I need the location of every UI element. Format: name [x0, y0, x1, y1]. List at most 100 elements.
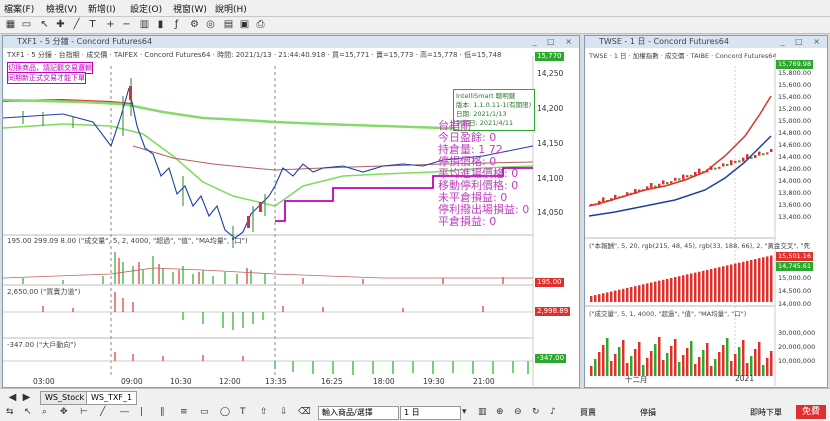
time-tick: 18:00	[373, 377, 395, 386]
crosshair-icon[interactable]: ✚	[54, 18, 67, 31]
chart-type-icon[interactable]: ▥	[478, 407, 487, 417]
trendline-icon[interactable]: ╱	[70, 18, 83, 31]
menu-settings[interactable]: 設定(O)	[130, 2, 162, 15]
volume-bar	[598, 352, 601, 376]
open-icon[interactable]: ▭	[20, 18, 33, 31]
window-controls[interactable]: _ □ ×	[533, 37, 576, 46]
chevron-down-icon[interactable]: ▾	[462, 407, 467, 417]
zoom-out-icon[interactable]: −	[120, 18, 133, 31]
menu-insert[interactable]: 新增(I)	[88, 2, 116, 15]
volume-bar	[630, 356, 633, 376]
bell-icon[interactable]: ♪	[550, 407, 556, 417]
price-tick: 14,050	[537, 208, 564, 217]
menu-window[interactable]: 視窗(W)	[173, 2, 207, 15]
time-tick: 12:00	[219, 377, 241, 386]
last-price-tag: 15,769.98	[776, 60, 814, 69]
ma-bar	[654, 281, 657, 302]
nav-first-icon[interactable]: ◀	[6, 391, 19, 404]
ma-bar	[686, 274, 689, 302]
ma-bar	[642, 284, 645, 302]
scanner-icon[interactable]: ◎	[204, 18, 217, 31]
chart-window-twse: TWSE - 1 日 - Concord Futures64 _ □ × TWS…	[584, 35, 828, 388]
zoom-in-icon[interactable]: ⊕	[496, 407, 504, 417]
status-bar: WS_Stock WS_TXF_1 ◀ ▶ ⇆ ↖ ⌕ ✥ ⊢ ╱ ― | ∥ …	[0, 388, 830, 421]
eraser-icon[interactable]: ⌫	[298, 407, 311, 417]
instant-order-button[interactable]: 即時下單	[750, 407, 782, 418]
arrow-icon[interactable]: ↖	[24, 407, 32, 417]
trade-button[interactable]: 買賣	[580, 407, 596, 418]
grid-icon[interactable]: ▤	[222, 18, 235, 31]
time-tick: 19:30	[423, 377, 445, 386]
period-select[interactable]: 1 日	[400, 406, 461, 420]
rect-icon[interactable]: ▭	[200, 407, 209, 417]
price-candle	[682, 174, 685, 180]
ma-value-tag: 14,745.61	[776, 262, 814, 271]
tab-ws-stock[interactable]: WS_Stock	[40, 391, 90, 405]
print-icon[interactable]: ⎙	[254, 18, 267, 31]
volume-bar	[698, 357, 701, 376]
window-controls[interactable]: _ □ ×	[781, 37, 824, 46]
ma-bar	[762, 257, 765, 302]
price-candle	[734, 160, 737, 163]
menu-view[interactable]: 檢視(V)	[46, 2, 77, 15]
magnify-icon[interactable]: ⌕	[42, 407, 47, 417]
menu-help[interactable]: 說明(H)	[215, 2, 247, 15]
price-tick: 14,200.00	[778, 165, 812, 173]
vline-icon[interactable]: |	[140, 407, 143, 417]
volume-pane-label: ("成交量", 5, 1, 4000, "超過", "值", "MA均量", "…	[589, 310, 747, 318]
ma-bar	[674, 277, 677, 302]
ma-value-tag: 15,501.16	[776, 252, 814, 261]
chart-window-txf: TXF1 - 5 分鐘 - Concord Futures64 _ □ × TX…	[2, 35, 580, 388]
time-tick: 16:25	[321, 377, 343, 386]
stop-loss-button[interactable]: 停損	[640, 407, 656, 418]
strategy-icon[interactable]: ⚙	[188, 18, 201, 31]
ma-bar	[662, 279, 665, 302]
zoom-out-icon[interactable]: ⊖	[514, 407, 522, 417]
ma-bar	[750, 260, 753, 302]
price-candle	[698, 168, 701, 174]
toolbar: ▦ ▭ ↖ ✚ ╱ T + − ▥ ▮ ƒ ⚙ ◎ ▤ ▣ ⎙	[0, 17, 830, 34]
ellipse-icon[interactable]: ◯	[220, 407, 230, 417]
volume-bar	[634, 349, 637, 376]
price-candle	[766, 152, 769, 155]
ma-bar	[714, 268, 717, 302]
indicator-icon[interactable]: ƒ	[170, 18, 183, 31]
symbol-input[interactable]: 輸入商品/選擇	[318, 406, 399, 420]
volume-bar	[686, 348, 689, 376]
channel-icon[interactable]: ∥	[160, 407, 165, 417]
nav-last-icon[interactable]: ▶	[20, 391, 33, 404]
ma-bar	[630, 287, 633, 302]
price-tick: 14,200	[537, 104, 564, 113]
refresh-icon[interactable]: ↻	[532, 407, 540, 417]
arrow-down-icon[interactable]: ⇩	[280, 407, 288, 417]
fib-icon[interactable]: ≡	[180, 407, 188, 417]
line-icon[interactable]: ╱	[100, 407, 105, 417]
ma-bar	[594, 295, 597, 302]
cursor-icon[interactable]: ⇆	[6, 407, 14, 417]
volume-bar	[690, 341, 693, 376]
arrow-up-icon[interactable]: ⇧	[260, 407, 268, 417]
zoom-in-icon[interactable]: +	[104, 18, 117, 31]
volume-bar	[726, 338, 729, 376]
menu-file[interactable]: 檔案(F)	[4, 2, 34, 15]
candle-chart-icon[interactable]: ▮	[154, 18, 167, 31]
hand-icon[interactable]: ✥	[60, 407, 68, 417]
time-tick: 十二月	[625, 375, 648, 384]
tab-ws-txf-1[interactable]: WS_TXF_1	[86, 391, 138, 405]
volume-bar	[750, 356, 753, 376]
volume-bar	[610, 361, 613, 376]
time-tick: 21:00	[473, 377, 495, 386]
pointer-icon[interactable]: ↖	[38, 18, 51, 31]
volume-bar	[658, 337, 661, 376]
volume-bar	[722, 345, 725, 376]
price-tick: 14,150	[537, 139, 564, 148]
layout-icon[interactable]: ▣	[238, 18, 251, 31]
volume-bar	[730, 361, 733, 376]
new-chart-icon[interactable]: ▦	[4, 18, 17, 31]
ruler-icon[interactable]: ⊢	[80, 407, 88, 417]
bar-chart-icon[interactable]: ▥	[138, 18, 151, 31]
text-icon[interactable]: T	[240, 407, 246, 417]
hline-icon[interactable]: ―	[120, 407, 129, 417]
price-candle	[742, 157, 745, 162]
text-tool-icon[interactable]: T	[86, 18, 99, 31]
